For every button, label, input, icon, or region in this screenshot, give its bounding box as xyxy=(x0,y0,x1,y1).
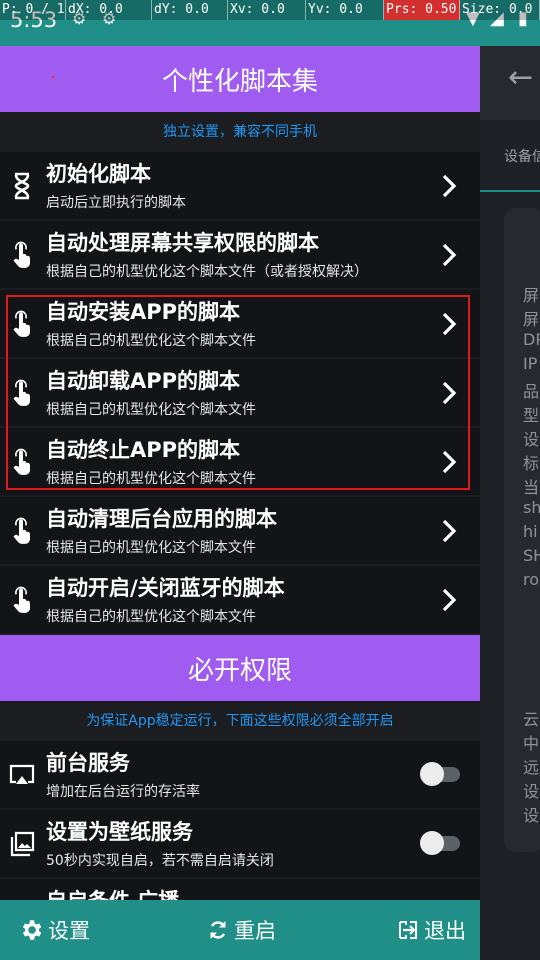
red-dot xyxy=(52,76,54,78)
touch-icon xyxy=(10,586,34,614)
row-title: 自动处理屏幕共享权限的脚本 xyxy=(46,231,319,255)
script-row[interactable]: 自动处理屏幕共享权限的脚本根据自己的机型优化这个脚本文件（或者授权解决） xyxy=(0,221,480,288)
background-text: ro xyxy=(523,570,540,589)
pointer-location-overlay: P: 0 / 1 dX: 0.0 dY: 0.0 Xv: 0.0 Yv: 0.0… xyxy=(0,0,540,20)
chevron-right-icon xyxy=(440,517,458,545)
script-section-title: 个性化脚本集 xyxy=(161,66,318,97)
touch-icon xyxy=(10,517,34,545)
background-text: IP xyxy=(523,354,538,373)
pointer-size: Size: 0.0 xyxy=(460,0,540,20)
row-subtitle: 增加在后台运行的存活率 xyxy=(46,784,200,800)
permission-section-title: 必开权限 xyxy=(187,655,292,686)
row-title: 自动清理后台应用的脚本 xyxy=(46,507,277,531)
row-subtitle: 50秒内实现自启，若不需自启请关闭 xyxy=(46,853,274,869)
background-text: 设 xyxy=(523,806,540,825)
bottom-bar: 设置 重启 退出 xyxy=(0,900,480,960)
background-text: 设 xyxy=(523,782,540,801)
row-subtitle: 启动后立即执行的脚本 xyxy=(46,195,186,211)
settings-button[interactable]: 设置 xyxy=(18,900,90,960)
background-app-header: ← xyxy=(480,46,540,120)
background-text: hi xyxy=(523,522,538,541)
row-subtitle: 根据自己的机型优化这个脚本文件 xyxy=(46,540,256,556)
background-text: 远 xyxy=(523,758,540,777)
row-subtitle: 根据自己的机型优化这个脚本文件（或者授权解决） xyxy=(46,264,368,280)
gear-icon xyxy=(22,920,42,940)
script-section-header: 个性化脚本集 xyxy=(0,46,480,112)
permission-row[interactable]: 设置为壁纸服务 50秒内实现自启，若不需自启请关闭 xyxy=(0,810,480,877)
row-title: 初始化脚本 xyxy=(46,162,151,186)
row-title: 设置为壁纸服务 xyxy=(46,820,193,844)
exit-icon xyxy=(399,921,417,939)
cast-icon xyxy=(8,761,36,789)
script-section-subtitle: 独立设置，兼容不同手机 xyxy=(0,112,480,150)
restart-button[interactable]: 重启 xyxy=(206,900,276,960)
row-subtitle: 根据自己的机型优化这个脚本文件 xyxy=(46,609,256,625)
pointer-xv: Xv: 0.0 xyxy=(228,0,306,20)
background-text: 标 xyxy=(523,454,540,473)
script-row[interactable]: 自动清理后台应用的脚本根据自己的机型优化这个脚本文件 xyxy=(0,497,480,564)
chevron-right-icon xyxy=(440,172,458,200)
background-text: DP xyxy=(523,330,540,349)
background-app: ← 设备信 屏屏DPIP品型设标当shhiSHro 云中远设设 xyxy=(480,46,540,960)
settings-label: 设置 xyxy=(48,919,90,943)
script-row[interactable]: 自动开启/关闭蓝牙的脚本根据自己的机型优化这个脚本文件 xyxy=(0,566,480,633)
chevron-right-icon xyxy=(440,241,458,269)
script-row[interactable]: 初始化脚本启动后立即执行的脚本 xyxy=(0,152,480,219)
background-tab[interactable]: 设备信 xyxy=(504,146,540,166)
tab-indicator xyxy=(480,190,540,192)
exit-label: 退出 xyxy=(424,919,466,943)
background-text: 屏 xyxy=(523,310,540,329)
chevron-right-icon xyxy=(440,586,458,614)
hourglass-icon xyxy=(10,172,34,200)
background-text: SH xyxy=(523,546,540,565)
background-text: 屏 xyxy=(523,286,540,305)
pointer-dy: dY: 0.0 xyxy=(152,0,228,20)
wallpaper-icon xyxy=(8,830,36,858)
status-bar: 5:53 ⚙ ⚙ ▼ ◢ ▮ P: 0 / 1 dX: 0.0 dY: 0.0 … xyxy=(0,0,540,46)
background-text: 设 xyxy=(523,430,540,449)
settings-panel: 个性化脚本集 独立设置，兼容不同手机 初始化脚本启动后立即执行的脚本自动处理屏幕… xyxy=(0,46,480,960)
pointer-pressure: Prs: 0.50 xyxy=(384,0,460,20)
toggle-switch[interactable] xyxy=(420,761,462,787)
background-text: 型 xyxy=(523,406,540,425)
permission-section-header: 必开权限 xyxy=(0,635,480,701)
exit-button[interactable]: 退出 xyxy=(396,900,466,960)
background-text: 中 xyxy=(523,734,540,753)
pointer-dx: dX: 0.0 xyxy=(66,0,152,20)
toggle-switch[interactable] xyxy=(420,830,462,856)
row-title: 前台服务 xyxy=(46,751,130,775)
background-text: 品 xyxy=(523,382,540,401)
refresh-icon xyxy=(210,921,226,939)
permission-section-subtitle: 为保证App稳定运行，下面这些权限必须全部开启 xyxy=(0,701,480,739)
background-text: 当 xyxy=(523,478,540,497)
permission-row[interactable]: 前台服务增加在后台运行的存活率 xyxy=(0,741,480,808)
touch-icon xyxy=(10,241,34,269)
row-title: 自动开启/关闭蓝牙的脚本 xyxy=(46,576,285,600)
highlight-box xyxy=(6,295,470,490)
back-arrow-icon[interactable]: ← xyxy=(508,60,533,95)
pointer-yv: Yv: 0.0 xyxy=(306,0,384,20)
switch-thumb xyxy=(420,831,444,855)
restart-label: 重启 xyxy=(234,919,276,943)
background-text: 云 xyxy=(523,710,540,729)
switch-thumb xyxy=(420,762,444,786)
background-text: sh xyxy=(523,498,540,517)
pointer-count: P: 0 / 1 xyxy=(0,0,66,20)
